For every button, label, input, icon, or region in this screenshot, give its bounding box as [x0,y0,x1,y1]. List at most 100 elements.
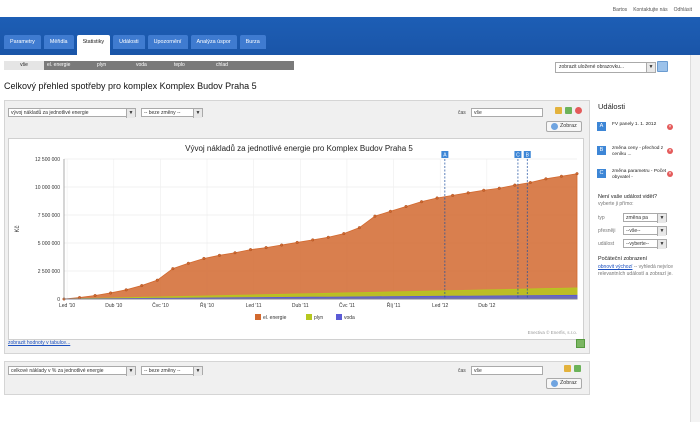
filter-event-value: --vyberte-- [626,241,650,247]
excel-export-icon[interactable] [576,339,585,348]
data-point [544,177,548,181]
initial-view-text: obnovit výchozí -- vyhledá nejvíce relev… [598,264,674,277]
energy-tab-chlad[interactable]: chlad [216,61,228,70]
contact-link[interactable]: Kontaktujte nás [633,7,667,13]
close-icon[interactable] [575,107,582,114]
chevron-down-icon: ▼ [657,227,666,236]
change-select[interactable]: -- beze změny -- ▼ [141,108,203,118]
area-el-energie [63,173,578,300]
main-tabs: Parametry Měřidla Statistiky Události Up… [4,35,266,55]
energy-tab-vse[interactable]: vše [4,61,44,70]
filter-event-label: událost [598,241,615,247]
data-point [155,278,159,282]
chart-areas [62,172,579,301]
tab-parametry[interactable]: Parametry [4,35,41,49]
legend-label: voda [344,315,355,321]
x-tick-label: Čvc '10 [152,302,169,309]
delete-icon[interactable]: × [667,171,673,177]
saved-views-select[interactable]: zobrazit uložené obrazovku... ▼ [555,62,656,73]
energy-tab-plyn[interactable]: plyn [97,61,106,70]
energy-filter-bar: vše el. energie plyn voda teplo chlad [4,61,294,70]
filter-event-select[interactable]: --vyberte-- ▼ [623,239,667,249]
panel-actions [555,107,582,114]
top-links: Bartos Kontaktujte nás Odhlásit [613,7,692,13]
data-point [264,246,268,250]
data-point [171,267,175,271]
event-item[interactable]: A FV panely 1. 1. 2012 × [592,122,692,148]
data-point [124,288,128,292]
percent-show-button[interactable]: Zobraz [546,378,582,389]
legend-swatch [336,314,342,320]
chevron-down-icon: ▼ [657,214,666,223]
legend-swatch [255,314,261,320]
export-icon[interactable] [565,107,572,114]
data-point [420,200,424,204]
percent-time-input[interactable]: vše [471,366,543,375]
data-point [93,294,97,298]
tab-meridla[interactable]: Měřidla [43,35,74,49]
data-point [528,181,532,185]
y-axis-label: Kč [15,225,21,232]
x-tick-label: Dub '10 [105,303,122,309]
data-point [295,240,299,244]
percent-time-value: vše [474,368,482,374]
filter-precise-value: --vše-- [626,228,641,234]
x-tick-label: Led '10 [59,303,75,309]
filter-type-select[interactable]: změna pa ▼ [623,213,667,223]
data-point [513,183,517,187]
chevron-down-icon: ▼ [657,240,666,249]
page-scrollbar[interactable] [690,55,700,422]
data-point [217,253,221,257]
y-tick-label: 12 500 000 [35,157,60,163]
percent-change-select[interactable]: -- beze změny -- ▼ [141,366,203,376]
legend-swatch [306,314,312,320]
save-view-icon[interactable] [657,61,668,72]
data-point [78,296,82,300]
legend-label: el. energie [263,315,287,321]
tab-udalosti[interactable]: Události [113,35,145,49]
filter-precise-select[interactable]: --vše-- ▼ [623,226,667,236]
event-text: FV panely 1. 1. 2012 [612,122,657,127]
export-icon[interactable] [574,365,581,372]
energy-tab-el-energie[interactable]: el. energie [47,61,70,70]
tab-statistiky[interactable]: Statistiky [76,35,111,55]
tab-analyza-uspor[interactable]: Analýza úspor [190,35,237,49]
time-label: čas [458,110,466,116]
data-point [140,284,144,288]
metric-select[interactable]: vývoj nákladů za jednotlivé energie ▼ [8,108,136,118]
event-item[interactable]: C změna parametru - Počet obyvatel - × [592,169,692,195]
percent-change-value: -- beze změny -- [144,368,181,374]
tab-upozorneni[interactable]: Upozornění [147,35,188,49]
data-point [280,243,284,247]
tab-burza[interactable]: Burza [239,35,266,49]
delete-icon[interactable]: × [667,148,673,154]
logout-link[interactable]: Odhlásit [674,7,692,13]
chart-legend: el. energie plyn voda [255,314,355,321]
user-link[interactable]: Bartos [613,7,627,13]
legend-label: plyn [314,315,323,321]
filter-type-label: typ [598,215,605,221]
add-chart-icon[interactable] [564,365,571,372]
data-point [388,209,392,213]
chevron-down-icon: ▼ [646,63,655,72]
y-tick-label: 2 500 000 [38,269,60,275]
data-point [326,235,330,239]
add-chart-icon[interactable] [555,107,562,114]
energy-tab-teplo[interactable]: teplo [174,61,185,70]
saved-views-value: zobrazit uložené obrazovku... [559,64,625,70]
energy-tab-voda[interactable]: voda [136,61,147,70]
chart-canvas: ACB 02 500 0005 000 0007 500 00010 000 0… [15,144,579,335]
show-button-label: Zobraz [560,123,577,129]
data-point [342,232,346,236]
table-values-link[interactable]: zobrazit hodnoty v tabulce... [8,340,70,346]
delete-icon[interactable]: × [667,124,673,130]
chevron-down-icon: ▼ [126,109,135,118]
events-question: Není vaše událost vidět? [598,194,658,200]
percent-panel-actions [564,365,581,372]
events-question-sub: vyberte ji přímo: [598,201,634,207]
show-button[interactable]: Zobraz [546,121,582,132]
time-input[interactable]: vše [471,108,543,117]
percent-metric-select[interactable]: celkové náklady v % za jednotlivé energi… [8,366,136,376]
restore-default-link[interactable]: obnovit výchozí [598,264,632,270]
page-title: Celkový přehled spotřeby pro komplex Kom… [4,81,257,91]
